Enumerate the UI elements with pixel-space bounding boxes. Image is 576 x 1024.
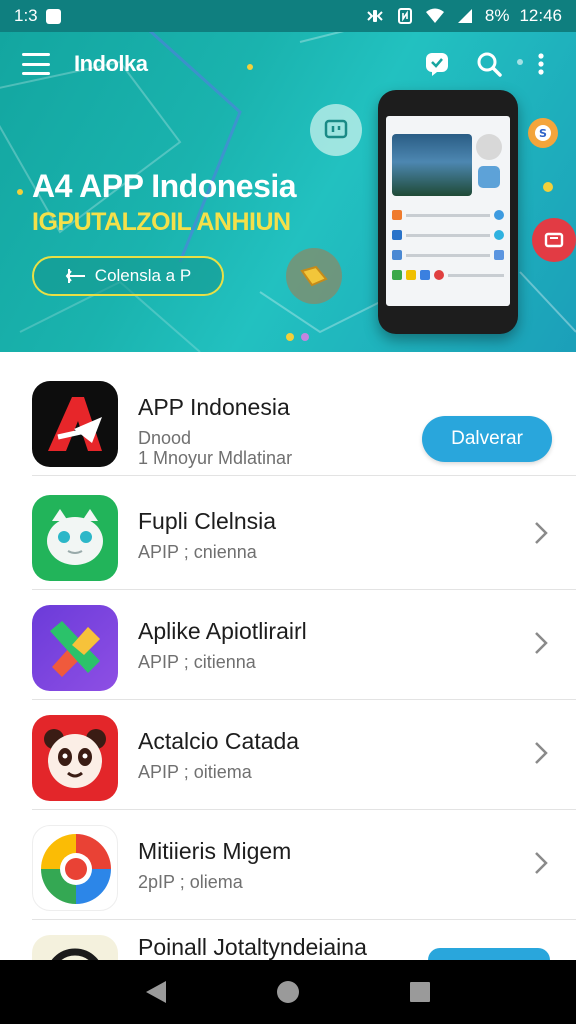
app-subtitle-1: Dnood [138, 428, 192, 448]
app-subtitle-3: APIP ; citienna [138, 652, 256, 672]
hero-subtitle: IGPUTALZOIL ANHIUN [32, 208, 291, 236]
app-title-4: Actalcio Catada [138, 728, 300, 754]
app-subtitle-2: APIP ; cnienna [138, 542, 257, 562]
cart-bubble-icon [532, 218, 576, 262]
app-subtitle-4: APIP ; oitiema [138, 762, 252, 782]
app-title: Indolka [74, 51, 148, 76]
divider [32, 475, 576, 476]
phone-screen [386, 116, 510, 306]
android-cat-icon [32, 495, 118, 581]
hero-cta-label: Colensla a P [94, 266, 192, 285]
app-title-5: Mitiieris Migem [138, 838, 292, 864]
system-nav-bar [0, 960, 576, 1024]
chrome-like-icon [32, 825, 118, 911]
install-button[interactable]: Dalverar [422, 416, 552, 462]
app-list: APP Indonesia Dnood 1 Mnoyur Mdlatinar D… [0, 352, 576, 960]
hero-banner: Indolka A4 APP Indonesia IGPUTALZOIL ANH… [0, 32, 576, 352]
chevron-right-icon[interactable] [532, 520, 550, 546]
arrows-icon [65, 269, 85, 283]
status-time-right: 12:46 [519, 6, 562, 25]
app-title-1: APP Indonesia [138, 394, 290, 420]
list-item-app-5[interactable]: Mitiieris Migem 2pIP ; oliema [0, 810, 576, 920]
more-vert-icon[interactable] [528, 51, 554, 77]
svg-text:S: S [539, 127, 547, 140]
tag-bubble-icon [286, 248, 342, 304]
status-time-left: 1:3 [14, 6, 38, 25]
battery-percentage: 8% [484, 6, 510, 25]
app-a-logo-icon [32, 381, 118, 467]
recents-icon[interactable] [400, 972, 440, 1012]
chevron-right-icon[interactable] [532, 850, 550, 876]
hero-cta-button[interactable]: Colensla a P [32, 256, 224, 296]
list-item-app-1[interactable]: APP Indonesia Dnood 1 Mnoyur Mdlatinar D… [0, 366, 576, 476]
x-puzzle-icon [32, 605, 118, 691]
circle-app-icon [32, 935, 118, 960]
hero-title: A4 APP Indonesia [32, 168, 297, 204]
app-subtitle-5: 2pIP ; oliema [138, 872, 243, 892]
list-item-app-3[interactable]: Aplike Apiotlirairl APIP ; citienna [0, 590, 576, 700]
app-title-3: Aplike Apiotlirairl [138, 618, 307, 644]
phone-mockup [378, 90, 518, 334]
home-icon[interactable] [268, 972, 308, 1012]
search-icon[interactable] [476, 51, 502, 77]
app-meta-1: 1 Mnoyur Mdlatinar [138, 448, 293, 468]
app-title-2: Fupli Clelnsia [138, 508, 277, 534]
chevron-right-icon[interactable] [532, 740, 550, 766]
vibrate-icon [365, 7, 385, 25]
brand-bubble-icon: S [528, 118, 558, 148]
status-bar: 1:3 8% 12:46 [0, 0, 576, 32]
signal-icon [455, 7, 475, 25]
install-button[interactable] [428, 948, 550, 960]
wifi-icon [425, 7, 445, 25]
app-title-6: Poinall Jotaltyndeiaina [138, 934, 367, 960]
nfc-icon [395, 7, 415, 25]
notification-icon [45, 8, 61, 24]
back-icon[interactable] [136, 972, 176, 1012]
chat-icon[interactable] [424, 51, 450, 77]
chevron-right-icon[interactable] [532, 630, 550, 656]
menu-icon[interactable] [22, 53, 50, 75]
chat-bubble-icon [310, 104, 362, 156]
list-item-app-2[interactable]: Fupli Clelnsia APIP ; cnienna [0, 480, 576, 590]
app-bar: Indolka [0, 32, 576, 96]
list-item-app-4[interactable]: Actalcio Catada APIP ; oitiema [0, 700, 576, 810]
panda-icon [32, 715, 118, 801]
